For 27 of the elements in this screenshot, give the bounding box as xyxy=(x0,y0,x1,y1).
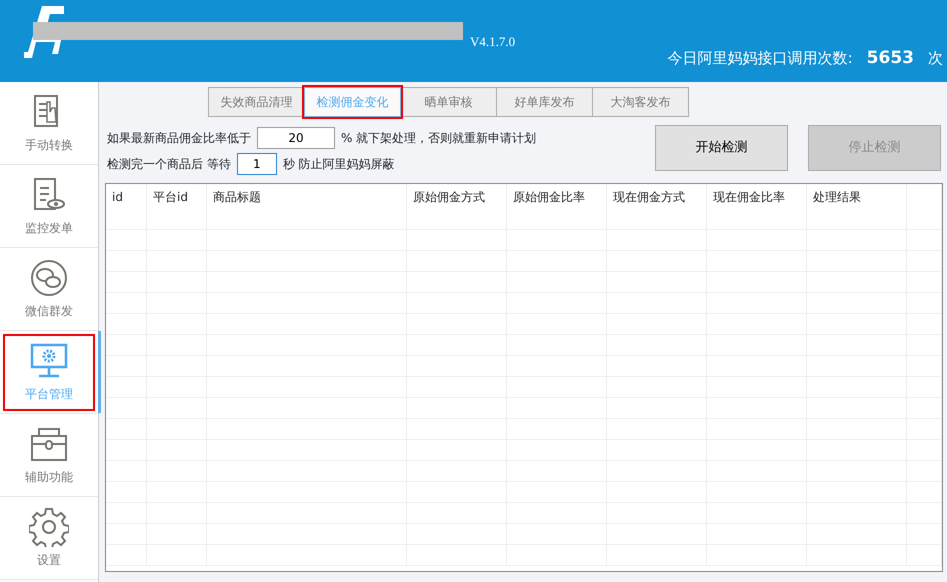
sidebar-item[interactable]: 平台管理 xyxy=(0,331,98,414)
field-suffix: 秒 防止阿里妈妈屏蔽 xyxy=(282,156,395,173)
counter-label: 今日阿里妈妈接口调用次数: xyxy=(668,48,853,69)
field-suffix: % 就下架处理，否则就重新申请计划 xyxy=(341,130,536,147)
tab[interactable]: 好单库发布 xyxy=(496,87,593,117)
column-header: 处理结果 xyxy=(807,184,907,229)
column-header: 平台id xyxy=(147,184,207,229)
start-button[interactable]: 开始检测 xyxy=(655,125,788,171)
counter-value: 5653 xyxy=(866,47,914,70)
chat-icon xyxy=(29,258,69,298)
tab[interactable]: 检测佣金变化 xyxy=(304,87,401,117)
column-header: 商品标题 xyxy=(207,184,407,229)
number-field[interactable]: 1 xyxy=(236,153,277,175)
number-field[interactable]: 20 xyxy=(257,127,335,149)
settings-icon xyxy=(29,507,69,547)
version-label: V4.1.7.0 xyxy=(470,33,516,51)
column-header: id xyxy=(106,184,147,229)
tab[interactable]: 失效商品清理 xyxy=(208,87,305,117)
column-header: 现在佣金方式 xyxy=(607,184,707,229)
column-header: 现在佣金比率 xyxy=(707,184,807,229)
column-header: 原始佣金方式 xyxy=(407,184,507,229)
counter-unit: 次 xyxy=(928,48,943,69)
tab[interactable]: 晒单审核 xyxy=(400,87,497,117)
column-header: 原始佣金比率 xyxy=(507,184,607,229)
tab[interactable]: 大淘客发布 xyxy=(592,87,689,117)
field-label: 如果最新商品佣金比率低于 xyxy=(107,130,251,147)
field-label: 检测完一个商品后 等待 xyxy=(107,156,231,173)
